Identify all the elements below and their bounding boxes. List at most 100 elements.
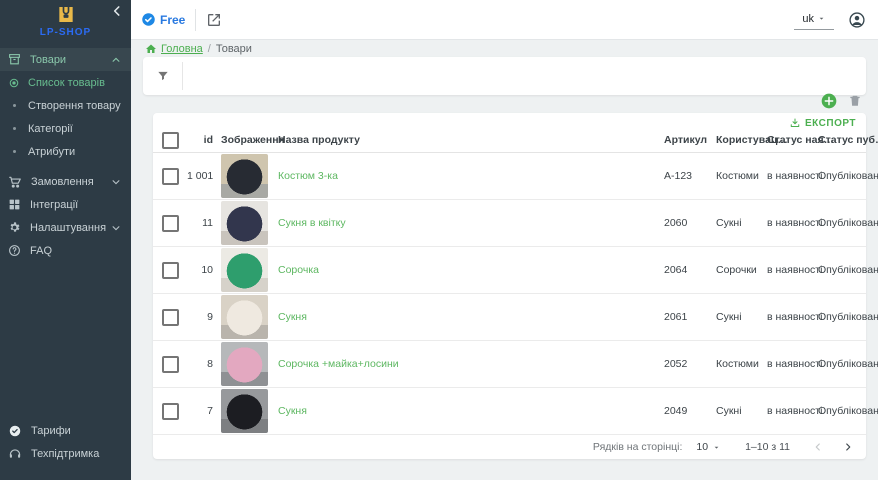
row-category: Сукні — [716, 405, 767, 417]
delete-icon[interactable] — [848, 93, 862, 108]
column-availability: Статус ная… — [767, 134, 818, 146]
row-id: 9 — [187, 311, 221, 323]
caret-down-icon — [817, 14, 826, 23]
logo: LP-SHOP — [0, 0, 131, 46]
row-sku: 2060 — [664, 217, 716, 229]
topbar: Free uk — [131, 0, 878, 40]
column-id: id — [187, 134, 221, 146]
sidebar-item-categories[interactable]: Категорії — [0, 117, 131, 140]
sidebar-item-products[interactable]: Товари — [0, 48, 131, 71]
row-category: Костюми — [716, 358, 767, 370]
bullet-icon — [8, 127, 20, 130]
rows-per-page-select[interactable]: 10 — [696, 441, 721, 453]
sidebar-collapse-icon[interactable] — [110, 4, 124, 18]
column-image: Зображення — [221, 134, 278, 146]
column-publish: Статус пуб… — [818, 134, 866, 146]
caret-down-icon — [712, 443, 721, 452]
app-window: LP-SHOP Товари Список товарів — [0, 0, 878, 480]
sidebar-item-product-create[interactable]: Створення товару — [0, 94, 131, 117]
row-publish-status: Опубліковано — [818, 217, 866, 229]
table-header: ЕКСПОРТ id Зображення Назва продукту Арт… — [153, 113, 866, 153]
sidebar-subitem-label: Категорії — [28, 123, 73, 135]
product-link[interactable]: Костюм 3-ка — [278, 170, 338, 182]
sidebar-item-label: Замовлення — [31, 176, 111, 188]
sidebar-item-label: Тарифи — [31, 425, 131, 437]
logo-text: LP-SHOP — [0, 27, 131, 38]
bullet-icon — [8, 150, 20, 153]
column-sku: Артикул — [664, 134, 716, 146]
row-publish-status: Опубліковано — [818, 311, 866, 323]
headset-icon — [8, 447, 22, 461]
row-availability: в наявності — [767, 170, 818, 182]
sidebar-item-product-list[interactable]: Список товарів — [0, 71, 131, 94]
chevron-up-icon — [111, 55, 121, 65]
sidebar-item-tariffs[interactable]: Тарифи — [0, 419, 131, 442]
sidebar-item-integrations[interactable]: Інтеграції — [0, 193, 131, 216]
row-availability: в наявності — [767, 358, 818, 370]
add-product-button[interactable] — [821, 93, 837, 109]
column-category: Користувац… — [716, 134, 767, 146]
row-checkbox[interactable] — [162, 356, 179, 373]
row-category: Костюми — [716, 170, 767, 182]
sidebar-subitem-label: Атрибути — [28, 146, 75, 158]
product-image — [221, 389, 268, 433]
filter-icon[interactable] — [143, 69, 182, 83]
row-publish-status: Опубліковано — [818, 264, 866, 276]
row-sku: А-123 — [664, 170, 716, 182]
product-link[interactable]: Сорочка +майка+лосини — [278, 358, 399, 370]
cart-icon — [8, 175, 22, 189]
product-image — [221, 342, 268, 386]
plan-badge-label: Free — [160, 13, 185, 27]
row-checkbox[interactable] — [162, 168, 179, 185]
product-link[interactable]: Сукня — [278, 405, 307, 417]
product-link[interactable]: Сукня в квітку — [278, 217, 346, 229]
sidebar-item-label: Техпідтримка — [31, 448, 131, 460]
gear-icon — [8, 221, 21, 234]
previous-page-icon[interactable] — [812, 441, 824, 453]
product-image — [221, 295, 268, 339]
plan-badge[interactable]: Free — [141, 12, 185, 27]
row-availability: в наявності — [767, 264, 818, 276]
pagination: Рядків на сторінці: 10 1–10 з 11 — [153, 435, 866, 459]
sidebar-item-support[interactable]: Техпідтримка — [0, 442, 131, 465]
sidebar-footer: Тарифи Техпідтримка — [0, 419, 131, 465]
breadcrumb: Головна / Товари — [145, 43, 252, 55]
sidebar-item-orders[interactable]: Замовлення — [0, 170, 131, 193]
row-publish-status: Опубліковано — [818, 170, 866, 182]
column-name: Назва продукту — [278, 134, 664, 146]
row-category: Сукні — [716, 217, 767, 229]
table-row: 7 Сукня 2049 Сукні в наявності Опубліков… — [153, 388, 866, 435]
widgets-icon — [8, 198, 21, 211]
row-availability: в наявності — [767, 311, 818, 323]
row-availability: в наявності — [767, 405, 818, 417]
row-checkbox[interactable] — [162, 215, 179, 232]
breadcrumb-current: Товари — [216, 43, 252, 55]
next-page-icon[interactable] — [842, 441, 854, 453]
open-storefront-icon[interactable] — [206, 12, 222, 28]
row-sku: 2049 — [664, 405, 716, 417]
sidebar-item-settings[interactable]: Налаштування — [0, 216, 131, 239]
sidebar-item-label: FAQ — [30, 245, 131, 257]
sidebar-item-faq[interactable]: FAQ — [0, 239, 131, 262]
account-icon[interactable] — [848, 11, 866, 29]
row-checkbox[interactable] — [162, 403, 179, 420]
breadcrumb-separator: / — [208, 43, 211, 55]
select-all-checkbox[interactable] — [162, 132, 179, 149]
row-publish-status: Опубліковано — [818, 358, 866, 370]
radio-selected-icon — [8, 78, 20, 88]
export-label: ЕКСПОРТ — [805, 118, 856, 129]
verified-badge-icon — [141, 12, 156, 27]
language-select[interactable]: uk — [794, 10, 834, 30]
table-row: 10 Сорочка 2064 Сорочки в наявності Опуб… — [153, 247, 866, 294]
row-id: 1 001 — [187, 170, 221, 182]
row-checkbox[interactable] — [162, 262, 179, 279]
product-link[interactable]: Сорочка — [278, 264, 319, 276]
sidebar-item-attributes[interactable]: Атрибути — [0, 140, 131, 163]
row-availability: в наявності — [767, 217, 818, 229]
shopping-bag-logo-icon — [56, 4, 76, 25]
breadcrumb-home-link[interactable]: Головна — [145, 43, 203, 55]
filter-panel — [143, 57, 866, 95]
row-checkbox[interactable] — [162, 309, 179, 326]
row-id: 8 — [187, 358, 221, 370]
product-link[interactable]: Сукня — [278, 311, 307, 323]
